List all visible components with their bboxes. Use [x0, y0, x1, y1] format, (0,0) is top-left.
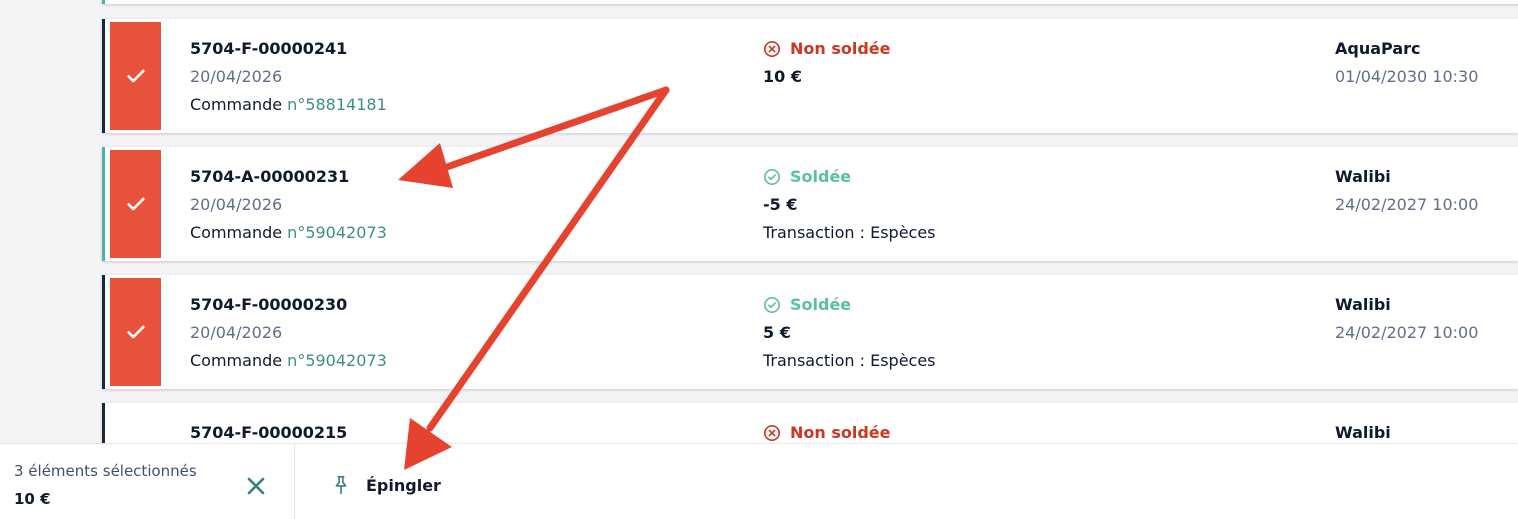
invoice-amount: -5 €	[763, 195, 798, 214]
selection-summary: 3 éléments sélectionnés 10 €	[0, 444, 295, 519]
selection-total: 10 €	[14, 490, 51, 508]
invoice-date: 20/04/2026	[190, 195, 283, 214]
row-checkbox[interactable]	[110, 150, 161, 258]
invoice-card[interactable]: 5704-F-00000230 20/04/2026 Commande n°59…	[102, 275, 1518, 389]
transaction-type: Transaction : Espèces	[763, 351, 936, 370]
status-label: Soldée	[790, 295, 852, 314]
order-number-link[interactable]: n°59042073	[287, 351, 387, 370]
order-prefix: Commande	[190, 95, 283, 114]
invoice-card[interactable]: 5704-A-00000231 20/04/2026 Commande n°59…	[102, 147, 1518, 261]
park-name: Walibi	[1335, 295, 1391, 314]
visit-datetime: 24/02/2027 10:00	[1335, 195, 1479, 214]
close-icon	[247, 477, 265, 495]
status-badge: Soldée	[763, 163, 936, 191]
visit-datetime: 24/02/2027 10:00	[1335, 323, 1479, 342]
invoice-reference: 5704-F-00000230	[190, 295, 348, 314]
order-line: Commande n°59042073	[190, 219, 387, 247]
order-prefix: Commande	[190, 223, 283, 242]
x-circle-icon	[763, 40, 781, 58]
check-circle-icon	[763, 168, 781, 186]
x-circle-icon	[763, 424, 781, 442]
selection-action-bar: 3 éléments sélectionnés 10 € Épingler	[0, 443, 1518, 519]
status-label: Soldée	[790, 167, 852, 186]
previous-card-edge	[102, 0, 1518, 4]
check-icon	[126, 325, 145, 339]
order-number-link[interactable]: n°59042073	[287, 223, 387, 242]
invoice-date: 20/04/2026	[190, 67, 283, 86]
pin-button[interactable]: Épingler	[330, 470, 441, 500]
row-checkbox[interactable]	[110, 22, 161, 130]
check-icon	[126, 69, 145, 83]
park-name: Walibi	[1335, 167, 1391, 186]
status-label: Non soldée	[790, 39, 891, 58]
order-line: Commande n°59042073	[190, 347, 387, 375]
invoice-reference: 5704-A-00000231	[190, 167, 350, 186]
selection-count: 3 éléments sélectionnés	[14, 462, 197, 480]
invoice-amount: 5 €	[763, 323, 791, 342]
row-checkbox[interactable]	[110, 278, 161, 386]
check-icon	[126, 197, 145, 211]
order-prefix: Commande	[190, 351, 283, 370]
status-badge: Non soldée	[763, 35, 891, 63]
invoice-date: 20/04/2026	[190, 323, 283, 342]
invoice-reference: 5704-F-00000241	[190, 39, 348, 58]
check-circle-icon	[763, 296, 781, 314]
invoice-amount: 10 €	[763, 67, 802, 86]
transaction-type: Transaction : Espèces	[763, 223, 936, 242]
park-name: AquaParc	[1335, 39, 1421, 58]
clear-selection-button[interactable]	[244, 474, 268, 498]
status-badge: Soldée	[763, 291, 936, 319]
visit-datetime: 01/04/2030 10:30	[1335, 67, 1479, 86]
order-line: Commande n°58814181	[190, 91, 387, 119]
pin-label: Épingler	[366, 475, 441, 495]
pin-icon	[335, 475, 347, 495]
order-number-link[interactable]: n°58814181	[287, 95, 387, 114]
invoice-card[interactable]: 5704-F-00000241 20/04/2026 Commande n°58…	[102, 19, 1518, 133]
